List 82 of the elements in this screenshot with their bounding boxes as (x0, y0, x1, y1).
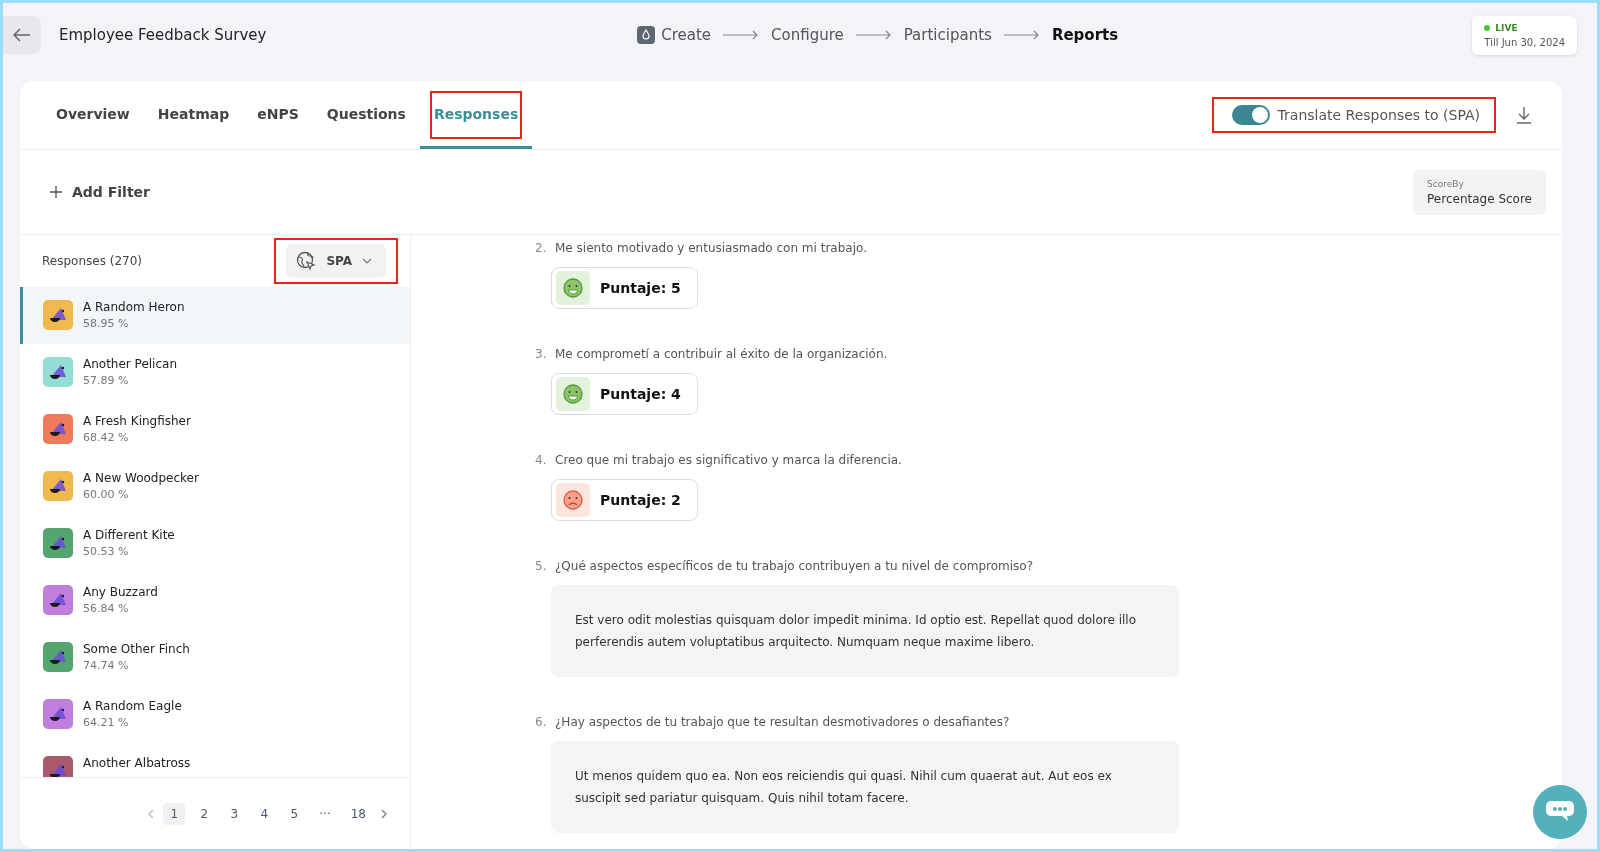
respondent-name: Any Buzzard (83, 585, 158, 599)
responses-count: Responses (270) (42, 254, 142, 268)
step-arrow-icon (723, 30, 760, 40)
respondent-score: 68.42 % (83, 431, 130, 444)
page-button[interactable]: 2 (193, 802, 216, 825)
respondent-name: Another Pelican (83, 357, 177, 371)
score-by-value: Percentage Score (1427, 191, 1532, 206)
add-filter-button[interactable]: Add Filter (44, 183, 156, 201)
plus-icon (50, 186, 62, 198)
toggle-label: Translate Responses to (SPA) (1277, 107, 1480, 123)
page-button[interactable]: 3 (223, 802, 246, 825)
response-item[interactable]: A Random Heron 58.95 % (20, 287, 410, 344)
step-arrow-icon (855, 30, 892, 40)
respondent-score: 60.00 % (83, 488, 130, 501)
response-item[interactable]: Any Buzzard 56.84 % (20, 572, 410, 629)
response-item[interactable]: Some Other Finch 74.74 % (20, 629, 410, 686)
question-number: 3. (535, 347, 547, 361)
download-icon[interactable] (1516, 106, 1532, 124)
chevron-down-icon (362, 258, 372, 264)
score-by-caption: ScoreBy (1427, 178, 1465, 189)
page-button[interactable]: 18 (344, 802, 372, 825)
tab[interactable]: Heatmap (143, 81, 244, 149)
respondent-name: Some Other Finch (83, 642, 190, 656)
question-text: Creo que mi trabajo es significativo y marca la diferencia. (555, 453, 902, 467)
tab[interactable]: Responses (419, 81, 533, 149)
score-chip: Puntaje: 2 (551, 479, 698, 521)
page-button[interactable]: 1 (163, 802, 186, 825)
response-item[interactable]: Another Albatross (20, 743, 410, 777)
respondent-score: 64.21 % (83, 716, 130, 729)
question-text: Me siento motivado y entusiasmado con mi trabajo. (555, 241, 867, 255)
question-number: 4. (535, 453, 547, 467)
response-item[interactable]: A New Woodpecker 60.00 % (20, 458, 410, 515)
score-chip: Puntaje: 4 (551, 373, 698, 415)
toggle-switch[interactable] (1231, 105, 1270, 125)
question-number: 2. (535, 241, 547, 255)
chat-button[interactable] (1533, 785, 1587, 839)
question-number: 5. (535, 559, 547, 573)
response-item[interactable]: A Random Eagle 64.21 % (20, 686, 410, 743)
tab[interactable]: Questions (312, 81, 420, 149)
response-item[interactable]: A Different Kite 50.53 % (20, 515, 410, 572)
answer-text: Ut menos quidem quo ea. Non eos reiciendis qui quasi. Nihil cum quaerat aut. Aut eos ex suscipit sed pariatur quisquam. Quis nihil totam facere. (551, 741, 1179, 833)
respondent-score: 57.89 % (83, 374, 130, 387)
tab[interactable]: Overview (42, 81, 144, 149)
step-link[interactable]: Configure (771, 26, 844, 44)
step-arrow-icon (1003, 30, 1040, 40)
translate-toggle[interactable]: Translate Responses to (SPA) (1213, 99, 1494, 131)
answer-text: Est vero odit molestias quisquam dolor impedit minima. Id optio est. Repellat quod dolore illo perferendis autem voluptatibus arquitecto. Numquam neque maxime libero. (551, 585, 1179, 677)
respondent-name: A Different Kite (83, 528, 175, 542)
page-button[interactable]: 4 (253, 802, 276, 825)
globe-icon (296, 251, 317, 271)
question-text: Me comprometí a contribuir al éxito de la organización. (555, 347, 888, 361)
response-item[interactable]: A Fresh Kingfisher 68.42 % (20, 401, 410, 458)
question-text: ¿Hay aspectos de tu trabajo que te resultan desmotivadores o desafiantes? (555, 715, 1010, 729)
respondent-score: 74.74 % (83, 659, 130, 672)
respondent-name: A Random Eagle (83, 699, 182, 713)
respondent-name: A Random Heron (83, 300, 185, 314)
score-chip: Puntaje: 5 (551, 267, 698, 309)
question-text: ¿Qué aspectos específicos de tu trabajo contribuyen a tu nivel de compromiso? (555, 559, 1034, 573)
respondent-name: A New Woodpecker (83, 471, 199, 485)
score-by-select[interactable]: ScoreBy Percentage Score (1413, 169, 1546, 215)
respondent-name: A Fresh Kingfisher (83, 414, 191, 428)
back-arrow-icon (13, 28, 31, 42)
next-page-icon[interactable] (380, 808, 388, 819)
respondent-name: Another Albatross (83, 756, 191, 770)
status-label: LIVE (1495, 22, 1518, 33)
survey-title: Employee Feedback Survey (59, 26, 267, 44)
page-button[interactable]: 5 (283, 802, 306, 825)
drop-icon (637, 26, 656, 44)
respondent-score: 50.53 % (83, 545, 130, 558)
live-dot-icon (1484, 24, 1491, 31)
language-select[interactable]: SPA (286, 244, 386, 278)
back-button[interactable] (3, 16, 41, 54)
page-button[interactable]: ··· (313, 802, 337, 825)
respondent-score: 58.95 % (83, 317, 130, 330)
step-link[interactable]: Participants (903, 26, 992, 44)
question-number: 6. (535, 715, 547, 729)
response-item[interactable]: Another Pelican 57.89 % (20, 344, 410, 401)
step-link[interactable]: Create (637, 26, 712, 44)
status-date: Till Jun 30, 2024 (1484, 36, 1565, 48)
tab[interactable]: eNPS (243, 81, 313, 149)
step-link[interactable]: Reports (1051, 26, 1119, 44)
respondent-score: 56.84 % (83, 602, 130, 615)
